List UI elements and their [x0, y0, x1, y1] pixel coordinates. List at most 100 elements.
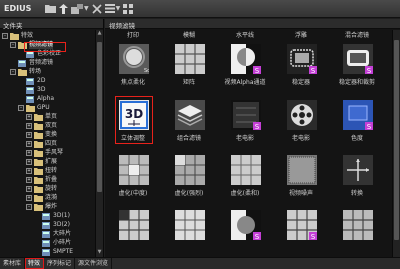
- tree-item[interactable]: - GPU: [18, 104, 50, 112]
- chevron-down-icon[interactable]: ▼: [116, 5, 121, 12]
- effect-item[interactable]: [105, 210, 161, 257]
- expand-icon[interactable]: +: [26, 168, 32, 174]
- chevron-down-icon[interactable]: ▼: [84, 5, 89, 12]
- toolbar: EDIUS ▼ ▼: [0, 0, 400, 18]
- effect-item[interactable]: 虚化(柔和): [217, 155, 273, 205]
- effect-item[interactable]: 3D 立体调整: [105, 100, 161, 150]
- effect-item[interactable]: S 稳定器和裁剪: [329, 44, 385, 94]
- tree-scrollbar[interactable]: ▲ ▼: [95, 30, 103, 257]
- collapse-icon[interactable]: -: [18, 105, 24, 111]
- effect-item[interactable]: 转换: [329, 155, 385, 205]
- tree-item[interactable]: 音频滤镜: [10, 59, 53, 67]
- expand-icon[interactable]: +: [26, 177, 32, 183]
- tree-item[interactable]: + 涟漪: [26, 194, 57, 202]
- effect-item[interactable]: 视频噪声: [273, 155, 329, 205]
- tree-item-label: Alpha: [37, 95, 55, 102]
- effect-item[interactable]: Soft 焦点柔化: [105, 44, 161, 94]
- tree-item[interactable]: 3D(2): [34, 221, 70, 229]
- grid-scrollbar[interactable]: [392, 30, 400, 257]
- effects-grid: 打印模糊水平线浮雕混合滤镜Soft焦点柔化矩阵S视频Alpha通道S稳定器S稳定…: [105, 30, 392, 257]
- bottom-tab[interactable]: 素材库: [0, 258, 26, 269]
- collapse-icon[interactable]: -: [10, 42, 16, 48]
- video-noise-icon: [287, 155, 317, 185]
- svg-text:S: S: [255, 123, 260, 130]
- tree-item[interactable]: Alpha: [18, 95, 54, 103]
- tree-item[interactable]: + 扩展: [26, 158, 57, 166]
- up-arrow-icon[interactable]: [59, 2, 68, 16]
- collapse-icon[interactable]: -: [26, 204, 32, 210]
- effect-item[interactable]: 虚化(中度): [105, 155, 161, 205]
- tree-item[interactable]: + 旋转: [26, 185, 57, 193]
- expand-icon[interactable]: +: [26, 195, 32, 201]
- tree-item[interactable]: 大碎片: [34, 230, 71, 238]
- expand-icon[interactable]: +: [26, 132, 32, 138]
- effect-icon: [26, 86, 35, 94]
- scrollbar-thumb[interactable]: [97, 42, 102, 192]
- tree-item-label: 扩展: [45, 158, 58, 165]
- effect-label: 色度: [350, 135, 363, 142]
- tree-item[interactable]: + 单页: [26, 113, 57, 121]
- tree-item[interactable]: SMPTE: [34, 248, 73, 256]
- folder-icon: [34, 113, 43, 121]
- effect-item[interactable]: S: [273, 210, 329, 257]
- expand-icon[interactable]: +: [26, 150, 32, 156]
- scroll-down-icon[interactable]: ▼: [96, 249, 103, 257]
- tree-item[interactable]: - 转场: [10, 68, 41, 76]
- effect-label: 视频Alpha通道: [224, 79, 266, 86]
- collapse-icon[interactable]: -: [10, 69, 16, 75]
- bottom-tab[interactable]: 特效: [25, 258, 45, 269]
- tree-item[interactable]: + 扭转: [26, 167, 57, 175]
- effect-item[interactable]: 组合滤镜: [161, 100, 217, 150]
- delete-icon[interactable]: [92, 2, 102, 16]
- effect-item[interactable]: 矩阵: [161, 44, 217, 94]
- expand-icon[interactable]: +: [26, 123, 32, 129]
- tree-item[interactable]: 3D(1): [34, 212, 70, 220]
- tree-item[interactable]: 小碎片: [34, 239, 71, 247]
- effect-item[interactable]: S 色度: [329, 100, 385, 150]
- effect-item[interactable]: [329, 210, 385, 257]
- tree-item[interactable]: - 视频滤镜: [10, 41, 54, 49]
- effect-item[interactable]: S: [217, 210, 273, 257]
- grid-a-icon: [119, 210, 149, 240]
- collapse-icon[interactable]: -: [2, 33, 8, 39]
- import-icon[interactable]: ▼: [71, 2, 89, 16]
- effect-item[interactable]: 老电影: [273, 100, 329, 150]
- tile-view-icon[interactable]: [123, 2, 134, 16]
- effect-item[interactable]: [161, 210, 217, 257]
- tree-item[interactable]: + 变换: [26, 131, 57, 139]
- tree-item[interactable]: 色彩校正: [18, 50, 61, 58]
- tree-item[interactable]: + 双页: [26, 122, 57, 130]
- tree-item-label: GPU: [37, 104, 50, 111]
- tree-item[interactable]: 3D: [18, 86, 45, 94]
- bottom-tab[interactable]: 源文件浏览: [75, 258, 113, 269]
- folder-icon[interactable]: [45, 2, 56, 16]
- effect-item[interactable]: S 稳定器: [273, 44, 329, 94]
- effect-item[interactable]: S 视频Alpha通道: [217, 44, 273, 94]
- expand-icon[interactable]: +: [26, 186, 32, 192]
- grid-b-icon: [175, 210, 205, 240]
- effect-label: 混合滤镜: [344, 32, 369, 39]
- stabilizer-crop-icon: S: [343, 44, 373, 75]
- tree-item[interactable]: + 四页: [26, 140, 57, 148]
- expand-icon[interactable]: +: [26, 141, 32, 147]
- expand-icon[interactable]: +: [26, 114, 32, 120]
- tree-item-label: 转场: [29, 68, 42, 75]
- effect-item[interactable]: S 老电影: [217, 100, 273, 150]
- effect-item[interactable]: 虚化(强烈): [161, 155, 217, 205]
- tree-item[interactable]: - 特效: [2, 32, 33, 40]
- list-view-icon[interactable]: ▼: [104, 2, 121, 16]
- scrollbar-thumb[interactable]: [394, 40, 399, 240]
- tree-item[interactable]: 2D: [18, 77, 45, 85]
- folder-icon: [34, 158, 43, 166]
- tree-item[interactable]: - 爆炸: [26, 203, 57, 211]
- bottom-tab[interactable]: 序列标记: [44, 258, 76, 269]
- effect-tree: - 特效 - 视频滤镜 色彩校正 音频滤镜 - 转场 2D 3D Alpha - GPU + 单页 + 双页 + 变…: [0, 30, 96, 257]
- effect-label: 虚化(强烈): [174, 190, 204, 197]
- scroll-up-icon[interactable]: ▲: [96, 30, 103, 38]
- expand-icon[interactable]: +: [26, 159, 32, 165]
- tree-item[interactable]: + 折叠: [26, 176, 57, 184]
- tree-item[interactable]: + 手风琴: [26, 149, 63, 157]
